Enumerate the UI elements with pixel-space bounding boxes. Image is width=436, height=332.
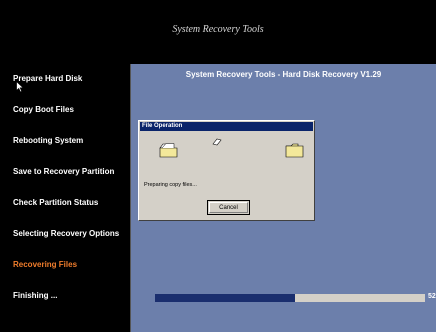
source-folder-icon bbox=[159, 143, 178, 158]
cancel-button-label: Cancel bbox=[209, 202, 248, 213]
sidebar-step-save-to-recovery-partition[interactable]: Save to Recovery Partition bbox=[13, 162, 130, 182]
progress-bar-fill bbox=[155, 294, 296, 302]
sidebar-step-rebooting-system[interactable]: Rebooting System bbox=[13, 131, 130, 151]
main-panel: System Recovery Tools - Hard Disk Recove… bbox=[131, 64, 436, 332]
mouse-cursor-icon bbox=[16, 81, 25, 93]
cancel-button[interactable]: Cancel bbox=[207, 200, 250, 215]
flying-document-icon bbox=[212, 138, 222, 146]
file-operation-dialog: File Operation Preparing copy files... C… bbox=[138, 120, 315, 221]
app-title: System Recovery Tools bbox=[172, 24, 264, 35]
dialog-title: File Operation bbox=[140, 122, 313, 131]
dialog-status-text: Preparing copy files... bbox=[144, 182, 197, 188]
sidebar-step-finishing[interactable]: Finishing ... bbox=[13, 286, 130, 306]
main-title: System Recovery Tools - Hard Disk Recove… bbox=[185, 70, 382, 79]
target-folder-icon bbox=[285, 143, 304, 158]
progress-percent: 52 bbox=[428, 293, 436, 300]
sidebar-step-selecting-recovery-options[interactable]: Selecting Recovery Options bbox=[13, 224, 130, 244]
app-header: System Recovery Tools bbox=[0, 0, 436, 65]
sidebar-step-prepare-hard-disk[interactable]: Prepare Hard Disk bbox=[13, 69, 130, 89]
sidebar-step-recovering-files[interactable]: Recovering Files bbox=[13, 255, 130, 275]
progress-bar bbox=[155, 294, 425, 302]
sidebar-step-copy-boot-files[interactable]: Copy Boot Files bbox=[13, 100, 130, 120]
sidebar-step-check-partition-status[interactable]: Check Partition Status bbox=[13, 193, 130, 213]
sidebar: Prepare Hard Disk Copy Boot Files Reboot… bbox=[0, 64, 131, 332]
